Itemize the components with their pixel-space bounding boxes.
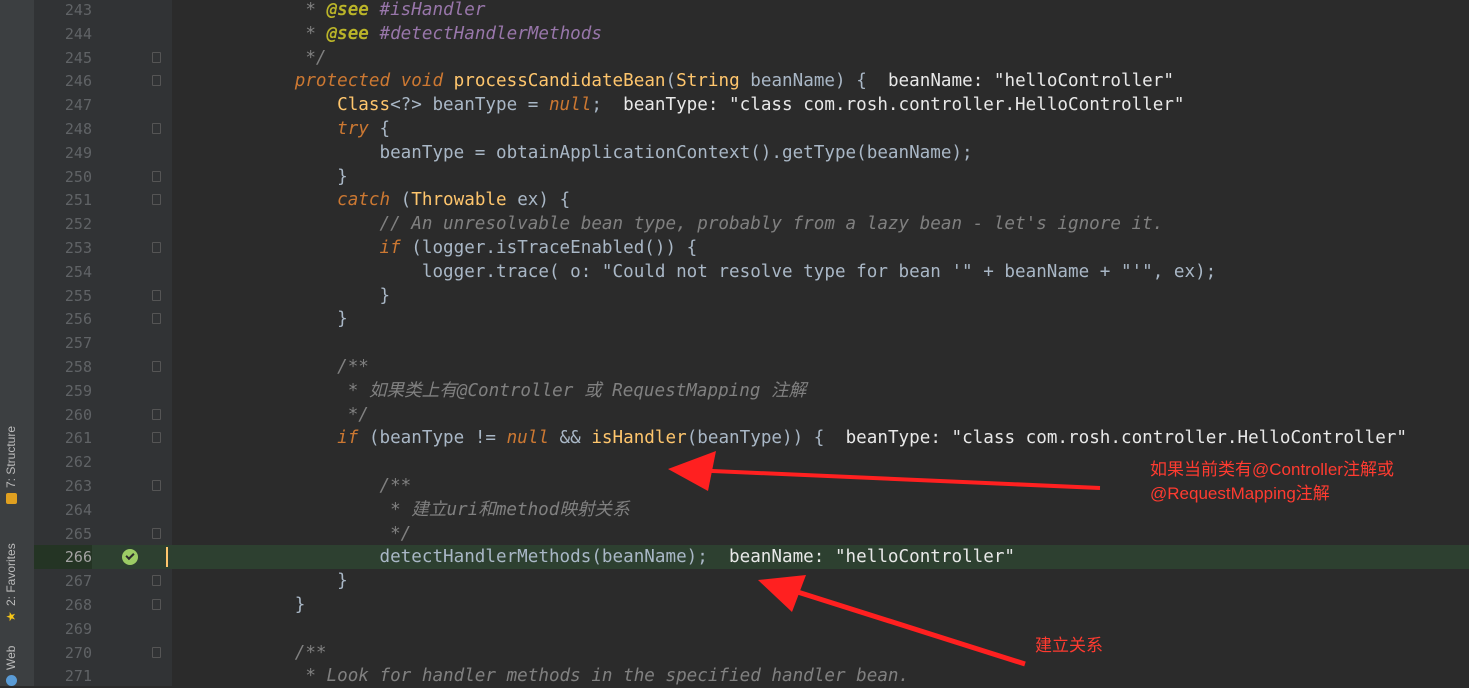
annotation-arrows — [668, 451, 1101, 667]
arrow-to-detect — [758, 575, 1026, 667]
arrow-to-ishandler — [668, 451, 1101, 491]
